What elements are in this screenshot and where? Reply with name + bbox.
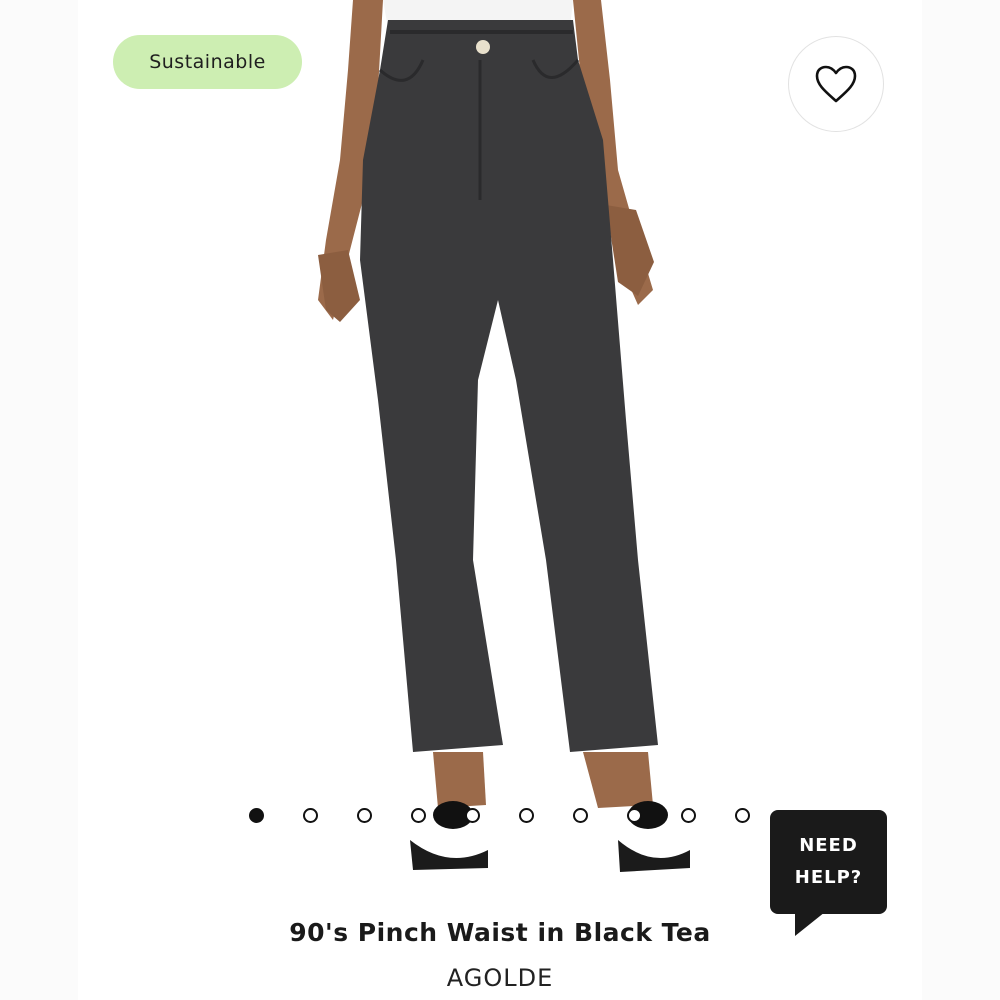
need-help-label: NEED HELP? bbox=[794, 835, 863, 888]
product-photo bbox=[318, 0, 690, 872]
heart-icon bbox=[815, 65, 857, 103]
sustainable-badge: Sustainable bbox=[113, 35, 302, 89]
product-title: 90's Pinch Waist in Black Tea bbox=[289, 918, 711, 947]
carousel-dot[interactable] bbox=[411, 808, 426, 823]
carousel-dot[interactable] bbox=[627, 808, 642, 823]
need-help-button[interactable]: NEED HELP? bbox=[770, 810, 887, 914]
right-margin bbox=[922, 0, 1000, 1000]
carousel-dot[interactable] bbox=[357, 808, 372, 823]
wishlist-button[interactable] bbox=[788, 36, 884, 132]
left-hand-shape bbox=[318, 250, 360, 322]
product-image[interactable] bbox=[78, 0, 922, 900]
carousel-dot[interactable] bbox=[519, 808, 534, 823]
carousel-dot[interactable] bbox=[465, 808, 480, 823]
left-margin bbox=[0, 0, 78, 1000]
product-brand[interactable]: AGOLDE bbox=[0, 964, 1000, 992]
carousel-dot[interactable] bbox=[573, 808, 588, 823]
carousel-dot[interactable] bbox=[303, 808, 318, 823]
carousel-dot[interactable] bbox=[249, 808, 264, 823]
carousel-dot[interactable] bbox=[681, 808, 696, 823]
carousel-dot[interactable] bbox=[735, 808, 750, 823]
sustainable-badge-label: Sustainable bbox=[149, 51, 266, 73]
